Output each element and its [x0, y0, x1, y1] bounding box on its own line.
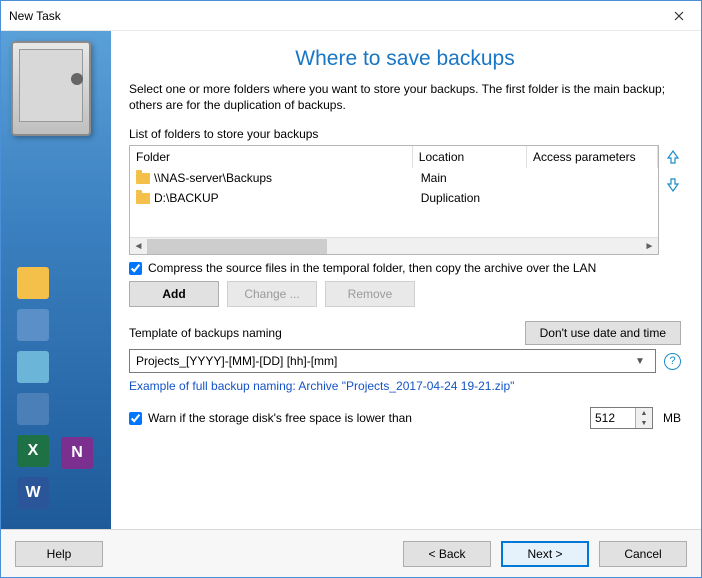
close-icon	[674, 11, 684, 21]
add-button[interactable]: Add	[129, 281, 219, 307]
scroll-thumb[interactable]	[147, 239, 327, 254]
sidebar-icons-2: N	[61, 437, 93, 469]
sidebar: X W N	[1, 31, 111, 529]
template-input[interactable]	[136, 354, 631, 368]
spin-down-icon[interactable]: ▼	[636, 418, 652, 428]
table-body: \\NAS-server\Backups Main D:\BACKUP Dupl…	[130, 168, 658, 237]
compress-checkbox[interactable]	[129, 262, 142, 275]
safe-illustration	[11, 41, 91, 136]
reorder-arrows	[665, 145, 681, 255]
move-up-button[interactable]	[665, 149, 681, 165]
chevron-down-icon[interactable]: ▼	[631, 356, 649, 367]
warn-row: Warn if the storage disk's free space is…	[129, 407, 681, 429]
example-text: Example of full backup naming: Archive "…	[129, 379, 681, 393]
no-date-button[interactable]: Don't use date and time	[525, 321, 681, 345]
template-combobox[interactable]: ▼	[129, 349, 656, 373]
table-header: Folder Location Access parameters	[130, 146, 658, 168]
close-button[interactable]	[656, 1, 701, 30]
description: Select one or more folders where you wan…	[129, 81, 681, 113]
warn-checkbox[interactable]	[129, 412, 142, 425]
horizontal-scrollbar[interactable]: ◄ ►	[130, 237, 658, 254]
titlebar: New Task	[1, 1, 701, 31]
warn-unit: MB	[663, 411, 681, 425]
sidebar-icons: X W	[17, 267, 49, 509]
col-location[interactable]: Location	[413, 146, 527, 168]
move-down-button[interactable]	[665, 177, 681, 193]
table-row[interactable]: D:\BACKUP Duplication	[130, 188, 658, 208]
warn-value-input[interactable]	[591, 408, 635, 428]
list-label: List of folders to store your backups	[129, 127, 681, 141]
word-icon: W	[17, 477, 49, 509]
col-folder[interactable]: Folder	[130, 146, 413, 168]
scroll-right-icon[interactable]: ►	[641, 238, 658, 255]
window-title: New Task	[9, 9, 656, 23]
compress-checkbox-row[interactable]: Compress the source files in the tempora…	[129, 261, 681, 275]
cell-location: Main	[421, 171, 528, 185]
col-access[interactable]: Access parameters	[527, 146, 658, 168]
footer: Help < Back Next > Cancel	[1, 529, 701, 577]
help-button[interactable]: Help	[15, 541, 103, 567]
body: X W N Where to save backups Select one o…	[1, 31, 701, 529]
contacts-icon	[17, 393, 49, 425]
folder-icon	[17, 267, 49, 299]
warn-label: Warn if the storage disk's free space is…	[148, 411, 412, 425]
template-label: Template of backups naming	[129, 326, 282, 340]
excel-icon: X	[17, 435, 49, 467]
change-button[interactable]: Change ...	[227, 281, 317, 307]
cell-folder: \\NAS-server\Backups	[154, 171, 272, 185]
compress-label: Compress the source files in the tempora…	[148, 261, 596, 275]
folders-table[interactable]: Folder Location Access parameters \\NAS-…	[129, 145, 659, 255]
database-icon	[17, 309, 49, 341]
next-button[interactable]: Next >	[501, 541, 589, 567]
folder-icon	[136, 193, 150, 204]
folder-buttons: Add Change ... Remove	[129, 281, 681, 307]
table-row[interactable]: \\NAS-server\Backups Main	[130, 168, 658, 188]
new-task-window: New Task X W N Where to save backups Se	[0, 0, 702, 578]
cancel-button[interactable]: Cancel	[599, 541, 687, 567]
spin-up-icon[interactable]: ▲	[636, 408, 652, 418]
content: Where to save backups Select one or more…	[111, 31, 701, 529]
cell-location: Duplication	[421, 191, 528, 205]
page-title: Where to save backups	[129, 47, 681, 71]
cell-folder: D:\BACKUP	[154, 191, 219, 205]
remove-button[interactable]: Remove	[325, 281, 415, 307]
help-icon[interactable]: ?	[664, 353, 681, 370]
scroll-left-icon[interactable]: ◄	[130, 238, 147, 255]
warn-spinner[interactable]: ▲ ▼	[590, 407, 653, 429]
onenote-icon: N	[61, 437, 93, 469]
folder-icon	[136, 173, 150, 184]
picture-icon	[17, 351, 49, 383]
back-button[interactable]: < Back	[403, 541, 491, 567]
